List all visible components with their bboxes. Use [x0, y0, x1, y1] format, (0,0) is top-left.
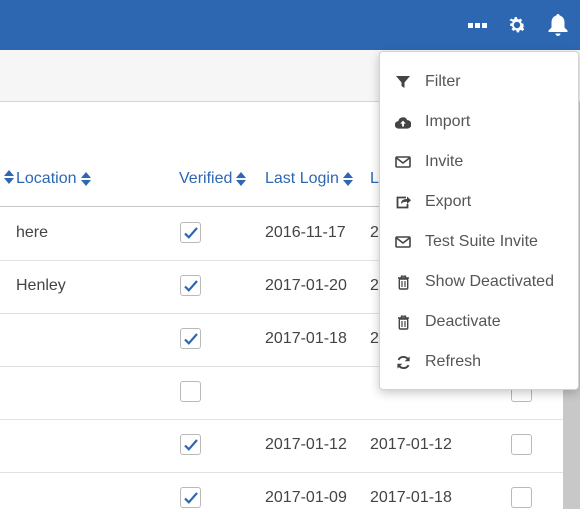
menu-item-label: Export [425, 193, 472, 210]
cloud-upload-icon [395, 114, 411, 130]
menu-item-test-suite-invite[interactable]: Test Suite Invite [380, 222, 578, 262]
sort-icon[interactable] [0, 170, 14, 184]
menu-item-export[interactable]: Export [380, 182, 578, 222]
top-navbar [0, 0, 580, 50]
row-checkbox[interactable] [511, 434, 532, 455]
row-checkbox[interactable] [511, 487, 532, 508]
menu-item-refresh[interactable]: Refresh [380, 342, 578, 382]
table-row[interactable]: 2017-01-09 2017-01-18 [0, 473, 563, 509]
menu-item-filter[interactable]: Filter [380, 62, 578, 102]
last-cell: 2 [370, 224, 379, 241]
menu-item-label: Test Suite Invite [425, 233, 538, 250]
last-cell: 2017-01-12 [370, 436, 452, 453]
location-cell: Henley [16, 277, 66, 294]
last-login-cell: 2017-01-09 [265, 489, 347, 506]
trash-icon [395, 274, 411, 290]
sort-icon [236, 172, 247, 186]
last-login-cell: 2017-01-12 [265, 436, 347, 453]
last-cell: 2 [370, 330, 379, 347]
menu-item-invite[interactable]: Invite [380, 142, 578, 182]
menu-item-label: Deactivate [425, 313, 501, 330]
menu-item-import[interactable]: Import [380, 102, 578, 142]
menu-item-label: Filter [425, 73, 461, 90]
column-header-location[interactable]: Location [16, 170, 91, 188]
column-header-verified[interactable]: Verified [179, 170, 247, 188]
column-header-last-login[interactable]: Last Login [265, 170, 353, 188]
sort-icon [80, 172, 91, 186]
menu-item-label: Refresh [425, 353, 482, 370]
last-login-cell: 2017-01-18 [265, 330, 347, 347]
last-login-cell: 2016-11-17 [265, 224, 346, 241]
last-login-cell: 2017-01-20 [265, 277, 347, 294]
bell-icon[interactable] [546, 13, 570, 37]
menu-item-label: Import [425, 113, 471, 130]
menu-item-label: Invite [425, 153, 464, 170]
menu-item-deactivate[interactable]: Deactivate [380, 302, 578, 342]
envelope-icon [395, 154, 411, 170]
sort-icon [342, 172, 353, 186]
trash-icon [395, 314, 411, 330]
gear-icon[interactable] [505, 13, 529, 37]
verified-checkbox[interactable] [180, 381, 201, 402]
verified-checkbox[interactable] [180, 487, 201, 508]
actions-dropdown-menu: Filter Import Invite Export Test Suite I… [379, 51, 579, 390]
column-header-truncated[interactable]: L [370, 170, 379, 188]
verified-checkbox[interactable] [180, 222, 201, 243]
verified-checkbox[interactable] [180, 328, 201, 349]
share-icon [395, 194, 411, 210]
filter-icon [395, 74, 411, 90]
last-cell: 2017-01-18 [370, 489, 452, 506]
menu-item-label: Show Deactivated [425, 273, 554, 290]
last-cell: 2 [370, 277, 379, 294]
table-row[interactable]: 2017-01-12 2017-01-12 [0, 420, 563, 473]
menu-item-show-deactivated[interactable]: Show Deactivated [380, 262, 578, 302]
column-header-label: L [370, 170, 379, 187]
more-icon[interactable] [466, 13, 490, 37]
column-header-label: Verified [179, 170, 233, 187]
location-cell: here [16, 224, 49, 241]
verified-checkbox[interactable] [180, 275, 201, 296]
column-header-label: Last Login [265, 170, 339, 187]
verified-checkbox[interactable] [180, 434, 201, 455]
column-header-label: Location [16, 170, 77, 187]
refresh-icon [395, 354, 411, 370]
envelope-icon [395, 234, 411, 250]
